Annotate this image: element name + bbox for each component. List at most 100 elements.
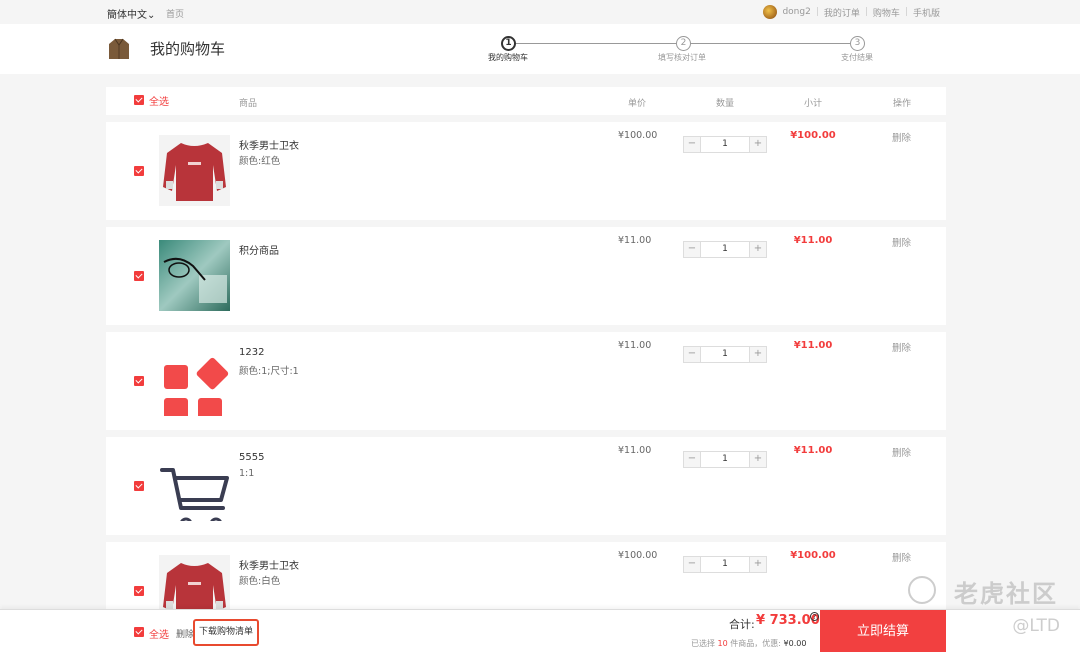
quantity-stepper: − 1 + — [683, 346, 767, 363]
quantity-stepper: − 1 + — [683, 136, 767, 153]
my-orders-link[interactable]: 我的订单 — [824, 6, 860, 19]
footer-delete-link[interactable]: 删除 — [176, 627, 194, 640]
selection-summary: 已选择 10 件商品，优惠: ¥0.00 — [691, 638, 806, 649]
avatar[interactable] — [763, 5, 778, 19]
top-right-nav: dong2 | 我的订单 | 购物车 | 手机版 — [763, 5, 940, 19]
item-checkbox[interactable] — [134, 481, 144, 491]
quantity-input[interactable]: 1 — [700, 242, 750, 257]
item-price: ¥11.00 — [618, 340, 652, 351]
divider: | — [904, 7, 908, 17]
item-subtotal: ¥11.00 — [793, 445, 833, 456]
item-checkbox[interactable] — [134, 166, 144, 176]
quantity-stepper: − 1 + — [683, 556, 767, 573]
plus-button[interactable]: + — [750, 452, 766, 467]
cart-item: 积分商品 ¥11.00 − 1 + ¥11.00 删除 — [106, 227, 946, 325]
minus-button[interactable]: − — [684, 557, 700, 572]
delete-link[interactable]: 删除 — [892, 130, 911, 144]
divider: | — [864, 7, 868, 17]
help-icon[interactable]: ? — [810, 612, 819, 621]
cart-footer: 全选 删除 下载购物清单 合计: ¥ 733.00 ? 已选择 10 件商品，优… — [0, 609, 1080, 652]
selected-count: 10 — [717, 639, 728, 648]
divider: | — [815, 7, 819, 17]
username-link[interactable]: dong2 — [782, 7, 810, 17]
cart-item: 秋季男士卫衣 颜色:红色 ¥100.00 − 1 + ¥100.00 删除 — [106, 122, 946, 220]
item-price: ¥11.00 — [618, 445, 652, 456]
download-cart-list-button[interactable]: 下载购物清单 — [193, 619, 259, 646]
quantity-stepper: − 1 + — [683, 451, 767, 468]
item-price: ¥11.00 — [618, 235, 652, 246]
home-link[interactable]: 首页 — [166, 7, 184, 20]
delete-link[interactable]: 删除 — [892, 235, 911, 249]
delete-link[interactable]: 删除 — [892, 340, 911, 354]
item-name[interactable]: 秋季男士卫衣 — [239, 557, 299, 572]
item-name[interactable]: 1232 — [239, 347, 264, 358]
col-unit-price: 单价 — [628, 99, 647, 109]
item-spec: 颜色:红色 — [239, 156, 281, 167]
total-label: 合计: — [729, 618, 755, 631]
step-connector — [509, 43, 679, 44]
watermark-logo-icon — [908, 576, 936, 604]
select-all-checkbox[interactable] — [134, 95, 144, 105]
cart-item: 5555 1:1 ¥11.00 − 1 + ¥11.00 删除 — [106, 437, 946, 535]
item-price: ¥100.00 — [618, 130, 658, 141]
shopping-cart-icon[interactable] — [159, 450, 230, 521]
item-subtotal: ¥100.00 — [790, 550, 836, 561]
language-selector[interactable]: 簡体中文⌄ — [107, 6, 155, 21]
mobile-link[interactable]: 手机版 — [913, 6, 940, 19]
plus-button[interactable]: + — [750, 347, 766, 362]
cart-link[interactable]: 购物车 — [873, 6, 900, 19]
step-connector — [690, 43, 850, 44]
cart-item: 1232 颜色:1;尺寸:1 ¥11.00 − 1 + ¥11.00 删除 — [106, 332, 946, 430]
apps-grid-icon[interactable] — [159, 345, 230, 416]
item-checkbox[interactable] — [134, 586, 144, 596]
top-bar: 簡体中文⌄ 首页 dong2 | 我的订单 | 购物车 | 手机版 — [0, 0, 1080, 24]
item-name[interactable]: 积分商品 — [239, 242, 279, 257]
red-sweatshirt-image[interactable] — [159, 135, 230, 206]
step-2-circle: 2 — [676, 36, 691, 51]
item-name[interactable]: 秋季男士卫衣 — [239, 137, 299, 152]
watermark-subtext: @LTD — [1012, 616, 1060, 636]
jacket-logo-icon — [109, 38, 129, 59]
item-subtotal: ¥11.00 — [793, 340, 833, 351]
step-1-label: 我的购物车 — [488, 53, 528, 62]
page-title: 我的购物车 — [150, 40, 226, 58]
watermark-text: 老虎社区 — [954, 580, 1058, 608]
checkout-steps: 1 我的购物车 2 填写核对订单 3 支付结果 — [488, 36, 888, 66]
minus-button[interactable]: − — [684, 137, 700, 152]
minus-button[interactable]: − — [684, 242, 700, 257]
page-header: 我的购物车 1 我的购物车 2 填写核对订单 3 支付结果 — [0, 24, 1080, 74]
checkout-button[interactable]: 立即结算 — [820, 610, 946, 652]
delete-link[interactable]: 删除 — [892, 445, 911, 459]
item-checkbox[interactable] — [134, 271, 144, 281]
footer-select-all-label[interactable]: 全选 — [149, 626, 169, 641]
glasses-photo-image[interactable] — [159, 240, 230, 311]
item-spec: 1:1 — [239, 468, 255, 479]
quantity-input[interactable]: 1 — [700, 347, 750, 362]
select-all-label[interactable]: 全选 — [149, 93, 169, 108]
quantity-stepper: − 1 + — [683, 241, 767, 258]
footer-select-all-checkbox[interactable] — [134, 627, 144, 637]
item-name[interactable]: 5555 — [239, 452, 264, 463]
quantity-input[interactable]: 1 — [700, 137, 750, 152]
delete-link[interactable]: 删除 — [892, 550, 911, 564]
col-action: 操作 — [893, 99, 912, 109]
plus-button[interactable]: + — [750, 557, 766, 572]
col-subtotal: 小计 — [804, 99, 823, 109]
item-subtotal: ¥100.00 — [790, 130, 836, 141]
col-quantity: 数量 — [716, 99, 735, 109]
item-price: ¥100.00 — [618, 550, 658, 561]
plus-button[interactable]: + — [750, 242, 766, 257]
quantity-input[interactable]: 1 — [700, 452, 750, 467]
selected-prefix: 已选择 — [691, 639, 715, 648]
minus-button[interactable]: − — [684, 452, 700, 467]
item-spec: 颜色:1;尺寸:1 — [239, 366, 299, 377]
item-checkbox[interactable] — [134, 376, 144, 386]
minus-button[interactable]: − — [684, 347, 700, 362]
quantity-input[interactable]: 1 — [700, 557, 750, 572]
step-2-label: 填写核对订单 — [658, 53, 706, 62]
col-product: 商品 — [239, 99, 258, 109]
item-spec: 颜色:白色 — [239, 576, 281, 587]
plus-button[interactable]: + — [750, 137, 766, 152]
discount-value: ¥0.00 — [783, 639, 807, 648]
step-1-circle: 1 — [501, 36, 516, 51]
